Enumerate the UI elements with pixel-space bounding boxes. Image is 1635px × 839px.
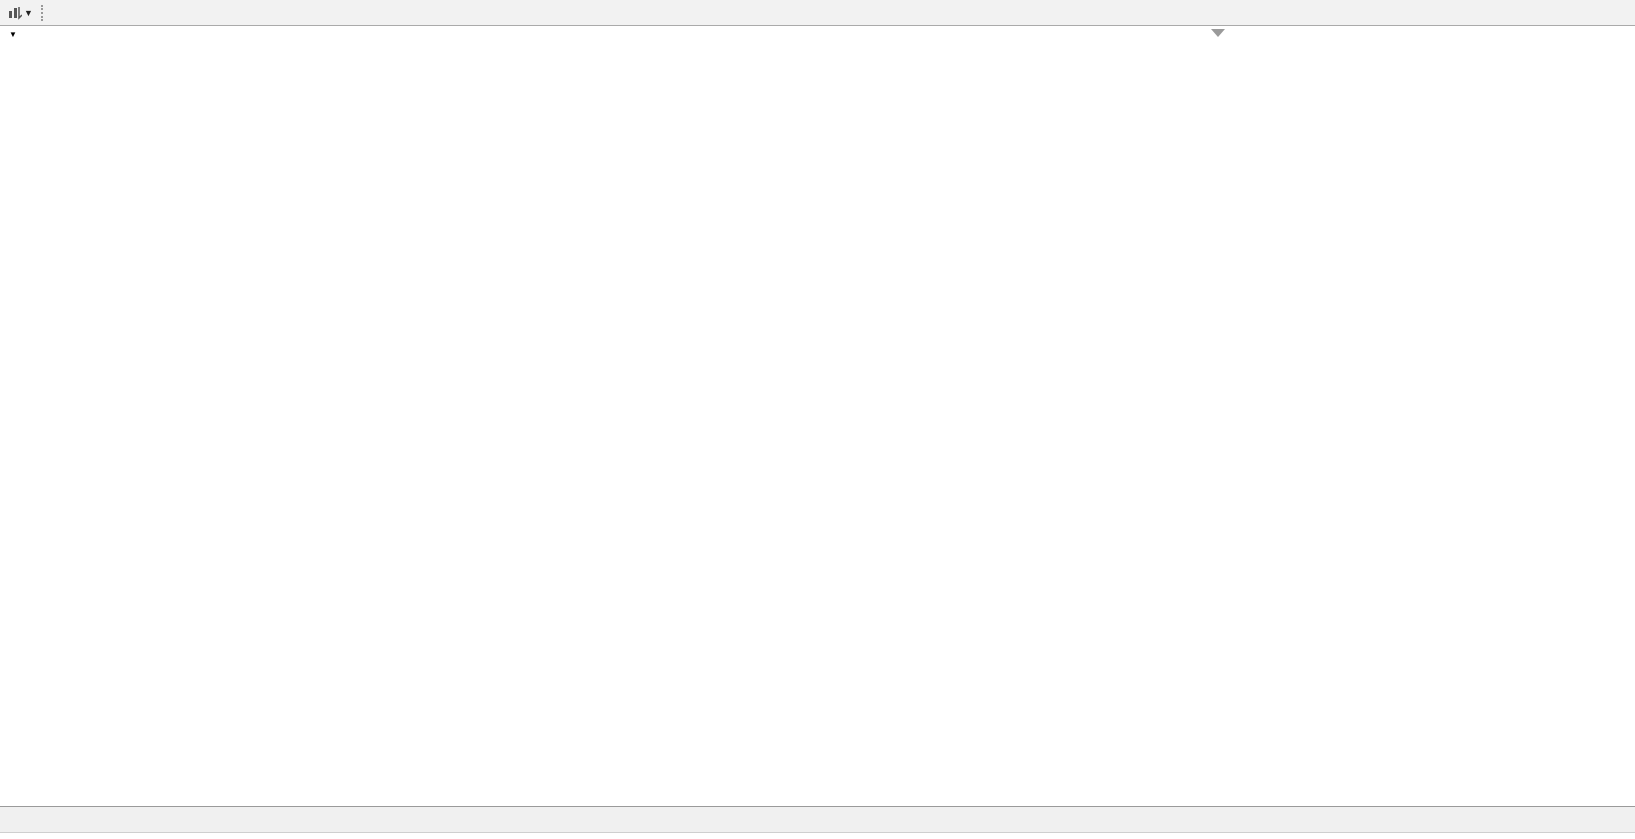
status-strip [0,832,1635,839]
chart-title: ▼ [9,30,50,39]
rsi-label [8,587,14,599]
chart-canvas[interactable] [0,0,1635,839]
symbol-tab-bar [0,806,1635,833]
chart-shift-marker[interactable] [1211,29,1225,37]
mt4-window: ▼ ▼ [0,0,1635,839]
macd-label [8,692,20,704]
chart-dropdown-icon[interactable]: ▼ [9,30,17,39]
